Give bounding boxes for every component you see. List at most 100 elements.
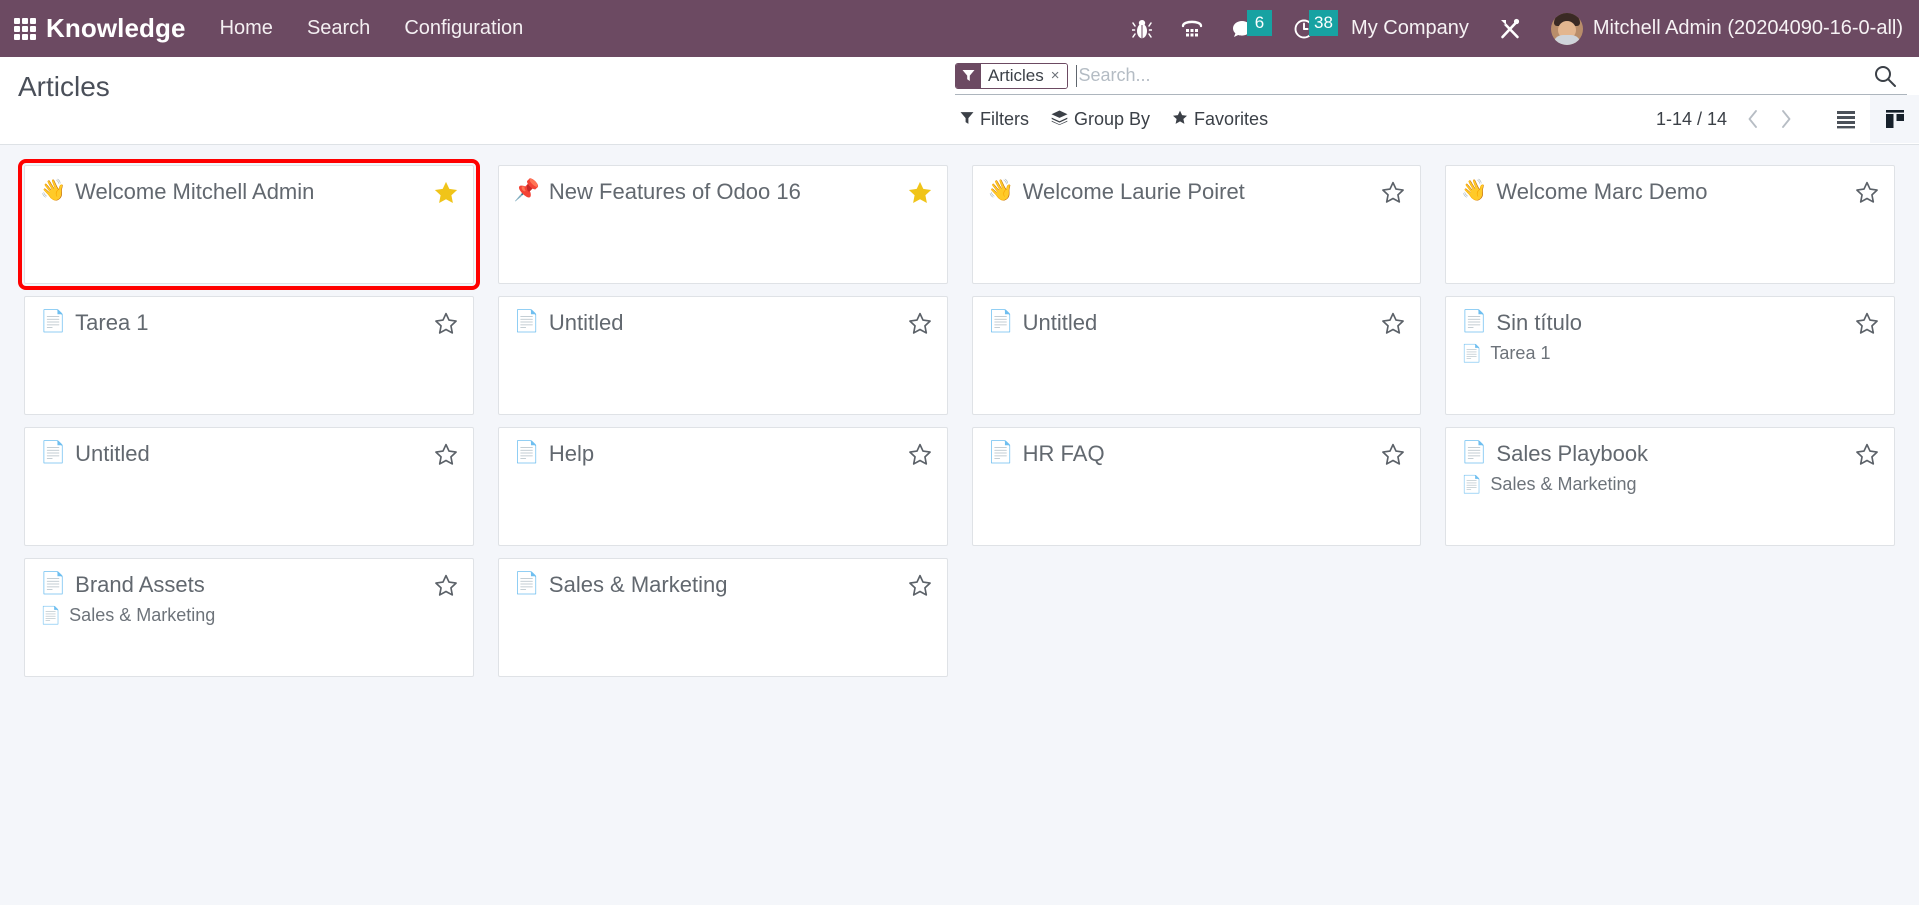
article-card-header: 📄 Sin título [1461, 310, 1879, 340]
nav-menu-search[interactable]: Search [307, 17, 370, 40]
activities-clock-icon[interactable]: 38 [1279, 5, 1338, 53]
article-card-header: 👋 Welcome Laurie Poiret [988, 179, 1406, 209]
article-title: Welcome Laurie Poiret [1022, 179, 1245, 204]
article-title: Untitled [1022, 310, 1098, 335]
control-panel: Articles Articles × Search... Filters Gr… [0, 57, 1919, 145]
article-child-item[interactable]: 📄 Sales & Marketing [40, 605, 458, 626]
group-by-label: Group By [1074, 108, 1151, 129]
article-card[interactable]: 📄 Sales & Marketing [497, 558, 948, 677]
nav-menu-home[interactable]: Home [220, 17, 273, 40]
favorite-star-empty-icon[interactable] [1855, 181, 1879, 209]
article-card-header: 📄 Untitled [40, 441, 458, 471]
article-title: Welcome Mitchell Admin [75, 179, 315, 204]
article-card[interactable]: 📄 HR FAQ [971, 427, 1422, 546]
pager-next-button[interactable] [1769, 102, 1801, 136]
favorite-star-empty-icon[interactable] [1381, 312, 1405, 340]
search-facet-articles[interactable]: Articles × [955, 62, 1068, 89]
article-card-header: 📄 Sales Playbook [1461, 441, 1879, 471]
document-emoji: 📄 [40, 441, 67, 464]
document-emoji: 📄 [1461, 343, 1483, 363]
kanban-card-slot: 📄 Brand Assets 📄 Sales & Marketing [12, 552, 486, 683]
apps-grid-icon[interactable] [8, 12, 42, 46]
pager-previous-button[interactable] [1737, 102, 1769, 136]
article-card[interactable]: 📄 Untitled [971, 296, 1422, 415]
document-emoji: 📄 [40, 605, 62, 625]
page-title: Articles [18, 71, 110, 102]
article-card[interactable]: 📄 Brand Assets 📄 Sales & Marketing [24, 558, 474, 677]
kanban-card-slot: 👋 Welcome Laurie Poiret [960, 159, 1434, 290]
messages-badge: 6 [1247, 9, 1273, 36]
kanban-card-slot: 📄 Untitled [12, 421, 486, 552]
nav-menu: Home Search Configuration [220, 17, 524, 40]
kanban-card-slot: 📄 Tarea 1 [12, 290, 486, 421]
favorite-star-empty-icon[interactable] [434, 312, 458, 340]
avatar [1550, 12, 1583, 45]
article-card[interactable]: 👋 Welcome Marc Demo [1445, 165, 1895, 284]
search-icon[interactable] [1873, 64, 1897, 88]
search-bar: Articles × [955, 57, 1907, 95]
kanban-view-button[interactable] [1870, 95, 1919, 143]
article-title: Untitled [75, 441, 150, 466]
article-card[interactable]: 📌 New Features of Odoo 16 [497, 165, 948, 284]
favorite-star-empty-icon[interactable] [1381, 181, 1405, 209]
waving-hand-emoji: 👋 [1461, 179, 1488, 202]
list-view-button[interactable] [1821, 95, 1870, 143]
article-card[interactable]: 📄 Help [497, 427, 948, 546]
article-card-header: 📄 Untitled [988, 310, 1406, 340]
nav-menu-configuration[interactable]: Configuration [404, 17, 523, 40]
article-card[interactable]: 📄 Untitled [497, 296, 948, 415]
user-menu[interactable]: Mitchell Admin (20204090-16-0-all) [1535, 12, 1903, 45]
facet-remove-icon[interactable]: × [1051, 68, 1060, 83]
kanban-card-slot: 📄 Help [486, 421, 960, 552]
document-emoji: 📄 [513, 310, 540, 333]
article-card-header: 📄 Sales & Marketing [514, 572, 932, 602]
filters-dropdown[interactable]: Filters [960, 109, 1029, 130]
article-card-header: 📌 New Features of Odoo 16 [514, 179, 932, 209]
article-card[interactable]: 📄 Sales Playbook 📄 Sales & Marketing [1445, 427, 1895, 546]
favorites-dropdown[interactable]: Favorites [1172, 109, 1268, 130]
favorite-star-empty-icon[interactable] [1855, 312, 1879, 340]
group-by-dropdown[interactable]: Group By [1051, 109, 1150, 130]
wrench-screwdriver-icon[interactable] [1485, 5, 1535, 53]
pager-value[interactable]: 1-14 / 14 [1656, 109, 1737, 130]
article-title: Sin título [1496, 310, 1583, 335]
kanban-card-slot: 👋 Welcome Marc Demo [1433, 159, 1907, 290]
favorites-label: Favorites [1194, 108, 1269, 129]
article-card-header: 📄 Help [514, 441, 932, 471]
app-brand-knowledge[interactable]: Knowledge [46, 13, 186, 44]
article-card-header: 📄 Untitled [514, 310, 932, 340]
article-card[interactable]: 👋 Welcome Mitchell Admin [18, 159, 480, 290]
bug-icon[interactable] [1117, 5, 1167, 53]
article-child-title: Tarea 1 [1490, 343, 1551, 363]
favorite-star-empty-icon[interactable] [434, 443, 458, 471]
favorite-star-empty-icon[interactable] [908, 574, 932, 602]
favorite-star-filled-icon[interactable] [434, 181, 458, 209]
phone-dialpad-icon[interactable] [1167, 5, 1217, 53]
favorite-star-filled-icon[interactable] [908, 181, 932, 209]
article-title: Untitled [548, 310, 624, 335]
document-emoji: 📄 [1461, 474, 1483, 494]
favorite-star-empty-icon[interactable] [434, 574, 458, 602]
document-emoji: 📄 [1461, 310, 1488, 333]
article-title: Sales Playbook [1496, 441, 1649, 466]
document-emoji: 📄 [1461, 441, 1488, 464]
article-title: Welcome Marc Demo [1496, 179, 1708, 204]
favorite-star-empty-icon[interactable] [1855, 443, 1879, 471]
article-card[interactable]: 📄 Tarea 1 [24, 296, 474, 415]
article-child-item[interactable]: 📄 Sales & Marketing [1461, 474, 1879, 495]
search-input[interactable] [1075, 64, 1865, 87]
document-emoji: 📄 [40, 310, 67, 333]
article-card-header: 👋 Welcome Marc Demo [1461, 179, 1879, 209]
favorite-star-empty-icon[interactable] [1381, 443, 1405, 471]
article-card[interactable]: 📄 Sin título 📄 Tarea 1 [1445, 296, 1895, 415]
document-emoji: 📄 [987, 441, 1014, 464]
favorite-star-empty-icon[interactable] [908, 312, 932, 340]
messages-icon[interactable]: 6 [1217, 5, 1273, 53]
favorite-star-empty-icon[interactable] [908, 443, 932, 471]
article-child-item[interactable]: 📄 Tarea 1 [1461, 343, 1879, 364]
company-switcher[interactable]: My Company [1329, 17, 1485, 40]
article-card[interactable]: 📄 Untitled [24, 427, 474, 546]
article-card[interactable]: 👋 Welcome Laurie Poiret [971, 165, 1422, 284]
top-navbar: Knowledge Home Search Configuration 6 38… [0, 0, 1919, 57]
article-title: Tarea 1 [75, 310, 149, 335]
